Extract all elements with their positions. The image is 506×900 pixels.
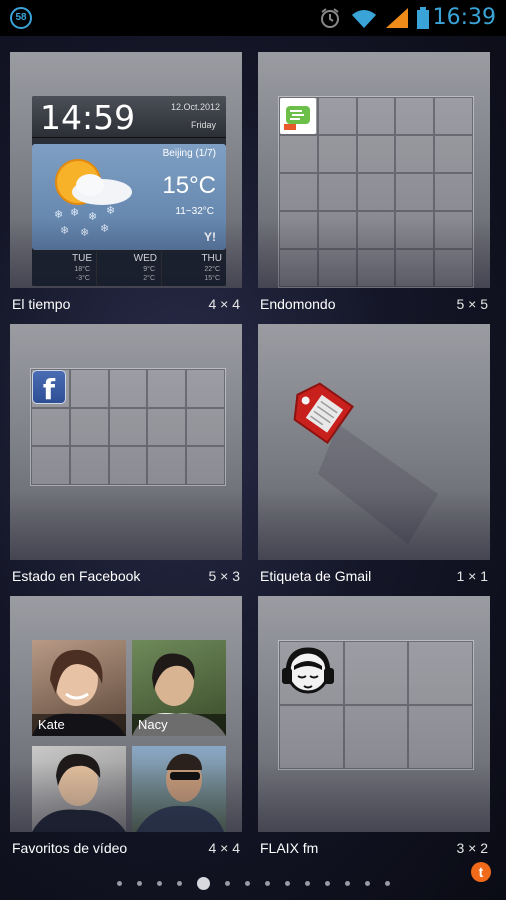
svg-text:❄: ❄: [70, 206, 79, 219]
page-dot[interactable]: [284, 880, 290, 886]
corner-app-badge[interactable]: t: [471, 862, 491, 882]
widget-label-facebook-status: Estado en Facebook 5 × 3: [10, 566, 242, 588]
facebook-icon: f: [32, 370, 66, 406]
forecast-low: 15°C: [204, 275, 220, 282]
forecast-day: TUE 18°C -3°C: [32, 252, 97, 286]
forecast-day: WED 9°C 2°C: [97, 252, 162, 286]
alarm-icon: [321, 8, 339, 28]
weather-clock-bar: 14:59 12.Oct.2012 Friday: [32, 96, 226, 138]
widget-preview-endomondo[interactable]: [258, 52, 490, 288]
sun-cloud-snow-icon: ❄ ❄ ❄ ❄ ❄ ❄ ❄: [54, 159, 132, 239]
weather-widget: 14:59 12.Oct.2012 Friday ❄ ❄ ❄ ❄ ❄ ❄ ❄ Beijin…: [32, 96, 226, 286]
gmail-label-shadow-icon: [318, 424, 438, 544]
page-dot[interactable]: [264, 880, 270, 886]
widget-name: Etiqueta de Gmail: [260, 568, 372, 584]
weather-temperature: 15°C: [162, 172, 216, 199]
forecast-low: -3°C: [75, 275, 90, 282]
page-dot[interactable]: [384, 880, 390, 886]
contact-photo: Nacy: [132, 640, 226, 736]
forecast-day-name: THU: [201, 253, 222, 264]
contact-photo: [132, 746, 226, 832]
status-bar: 58 16:39: [0, 0, 506, 36]
page-dot[interactable]: [116, 880, 122, 886]
contact-avatar-icon: [136, 753, 224, 832]
widget-preview-gmail-label[interactable]: [258, 324, 490, 560]
endomondo-icon: [280, 98, 316, 134]
widget-preview-flaix-fm[interactable]: [258, 596, 490, 832]
svg-text:❄: ❄: [80, 226, 89, 239]
svg-text:❄: ❄: [106, 204, 115, 217]
svg-text:❄: ❄: [60, 224, 69, 237]
widget-preview-facebook-status[interactable]: f: [10, 324, 242, 560]
weather-date: 12.Oct.2012: [170, 102, 220, 112]
forecast-day: THU 22°C 15°C: [162, 252, 226, 286]
widget-label-gmail-label: Etiqueta de Gmail 1 × 1: [258, 566, 490, 588]
signal-icon: [386, 8, 408, 28]
contact-name: Kate: [32, 714, 126, 736]
forecast-high: 9°C: [143, 266, 155, 273]
forecast-day-name: WED: [133, 253, 157, 264]
widget-size: 4 × 4: [208, 840, 240, 856]
status-time: 16:39: [432, 5, 496, 30]
weather-clock: 14:59: [40, 98, 136, 137]
page-indicator[interactable]: [0, 872, 506, 894]
page-dot[interactable]: [364, 880, 370, 886]
widget-name: Favoritos de vídeo: [12, 840, 128, 856]
contact-photo: [32, 746, 126, 832]
widget-size: 1 × 1: [456, 568, 488, 584]
forecast-high: 22°C: [204, 266, 220, 273]
page-dot[interactable]: [176, 880, 182, 886]
page-dot[interactable]: [324, 880, 330, 886]
widget-name: FLAIX fm: [260, 840, 319, 856]
widget-size: 5 × 3: [208, 568, 240, 584]
svg-text:❄: ❄: [88, 210, 97, 223]
weather-forecast: TUE 18°C -3°C WED 9°C 2°C THU 22°C 15°C: [32, 252, 226, 286]
page-dot[interactable]: [244, 880, 250, 886]
forecast-low: 2°C: [143, 275, 155, 282]
contact-photo: Kate: [32, 640, 126, 736]
yahoo-logo: Y!: [204, 230, 216, 244]
widget-name: El tiempo: [12, 296, 71, 312]
widget-name: Estado en Facebook: [12, 568, 141, 584]
page-dot[interactable]: [304, 880, 310, 886]
contact-avatar-icon: [32, 753, 126, 832]
svg-text:❄: ❄: [54, 208, 63, 221]
weather-day: Friday: [190, 120, 216, 130]
flaix-fm-icon: [282, 647, 334, 694]
wifi-icon: [352, 10, 376, 28]
contact-name: Nacy: [132, 714, 226, 736]
page-dot[interactable]: [156, 880, 162, 886]
weather-city: Beijing (1/7): [162, 148, 216, 159]
widget-size: 5 × 5: [456, 296, 488, 312]
battery-icon: [417, 7, 429, 29]
widget-label-endomondo: Endomondo 5 × 5: [258, 294, 490, 316]
forecast-day-name: TUE: [72, 253, 92, 264]
page-dot[interactable]: [136, 880, 142, 886]
page-dot-active[interactable]: [196, 876, 210, 890]
widget-size: 3 × 2: [456, 840, 488, 856]
widget-preview-weather[interactable]: 14:59 12.Oct.2012 Friday ❄ ❄ ❄ ❄ ❄ ❄ ❄ Beijin…: [10, 52, 242, 288]
svg-text:❄: ❄: [100, 222, 109, 235]
notification-count-badge[interactable]: 58: [10, 7, 32, 29]
page-dot[interactable]: [224, 880, 230, 886]
widget-preview-video-favorites[interactable]: Kate Nacy: [10, 596, 242, 832]
widget-size: 4 × 4: [208, 296, 240, 312]
widget-label-weather: El tiempo 4 × 4: [10, 294, 242, 316]
weather-range: 11~32°C: [175, 206, 214, 217]
widget-label-flaix-fm: FLAIX fm 3 × 2: [258, 838, 490, 860]
widget-label-video-favorites: Favoritos de vídeo 4 × 4: [10, 838, 242, 860]
forecast-high: 18°C: [74, 266, 90, 273]
widget-name: Endomondo: [260, 296, 336, 312]
page-dot[interactable]: [344, 880, 350, 886]
